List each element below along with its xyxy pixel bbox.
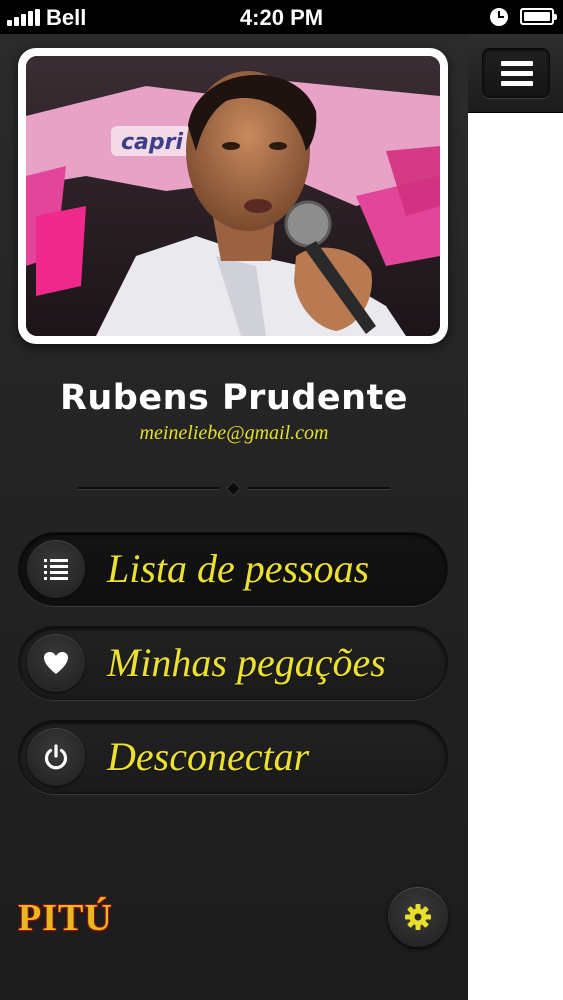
power-icon	[27, 728, 85, 786]
settings-button[interactable]	[388, 887, 448, 947]
profile-photo-image: capri	[26, 56, 440, 336]
menu-item-label: Lista de pessoas	[107, 546, 370, 591]
status-time: 4:20 PM	[239, 5, 324, 30]
clock-icon	[490, 8, 508, 26]
ornamental-divider	[78, 480, 390, 497]
heart-icon	[27, 634, 85, 692]
list-icon	[27, 540, 85, 598]
status-bar: Bell 4:20 PM	[0, 0, 563, 34]
content-panel	[468, 34, 563, 1000]
menu-item-desconectar[interactable]: Desconectar	[18, 720, 448, 794]
side-menu: capri Rubens Prudente meineliebe@gmail.c…	[0, 34, 468, 1000]
banner-text: capri	[121, 130, 183, 155]
menu-item-label: Minhas pegações	[107, 640, 386, 685]
profile-name: Rubens Prudente	[59, 378, 409, 418]
menu-item-minhas-pegacoes[interactable]: Minhas pegações	[18, 626, 448, 700]
profile-email: meineliebe@gmail.com	[139, 422, 329, 444]
profile-photo[interactable]: capri	[26, 56, 440, 336]
gear-icon	[405, 904, 431, 930]
menu-item-lista-de-pessoas[interactable]: Lista de pessoas	[18, 532, 448, 606]
profile-photo-frame: capri	[18, 48, 448, 344]
menu-toggle-button[interactable]	[482, 48, 550, 98]
battery-icon	[520, 8, 557, 25]
top-bar	[468, 34, 563, 113]
pitu-logo: PITÚ	[18, 897, 113, 939]
menu-item-label: Desconectar	[107, 734, 310, 779]
